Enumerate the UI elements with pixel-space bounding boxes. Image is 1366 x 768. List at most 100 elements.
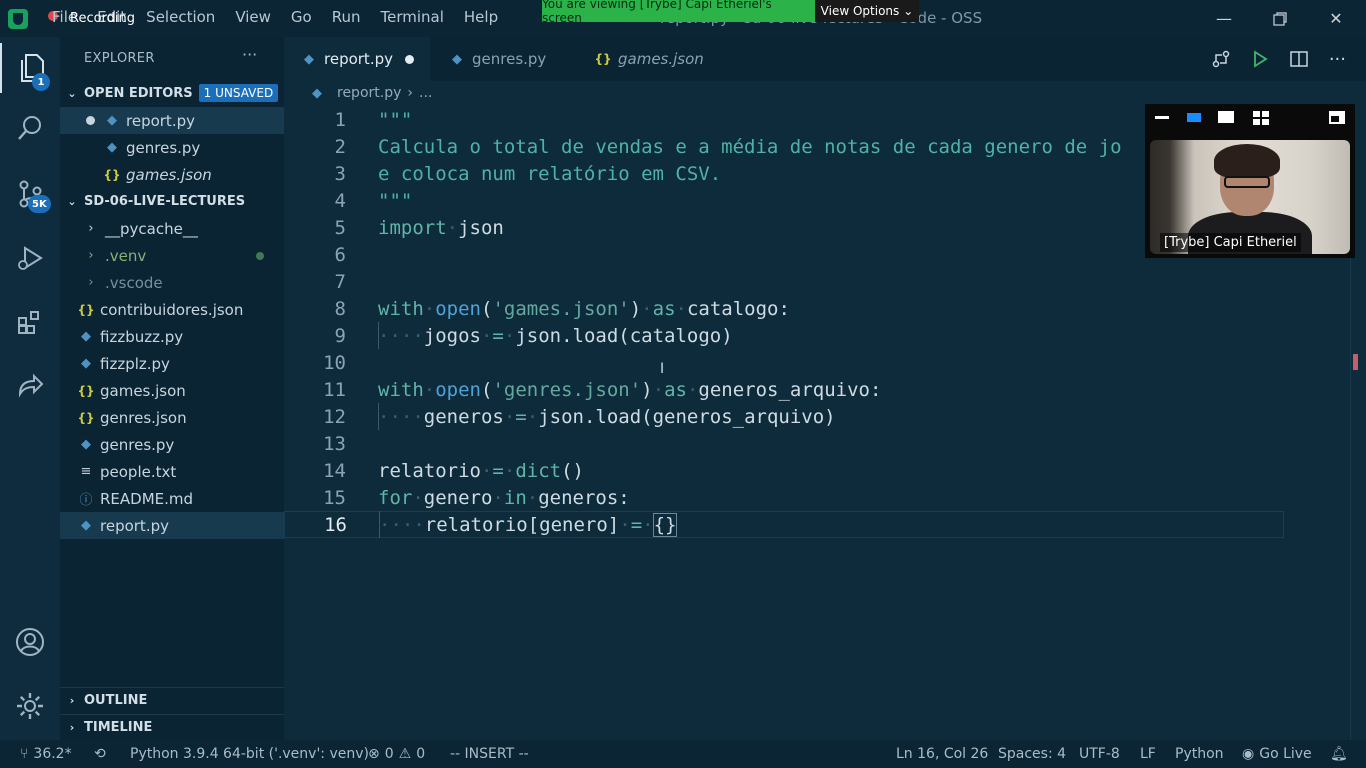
split-editor-icon[interactable] (1289, 50, 1309, 68)
timeline-header[interactable]: › TIMELINE (60, 714, 284, 740)
search-activity[interactable] (0, 103, 60, 153)
tab-report-py[interactable]: ◆ report.py (284, 37, 430, 81)
python-file-icon: ◆ (107, 140, 117, 155)
restore-icon (1273, 11, 1287, 26)
close-button[interactable]: ✕ (1308, 0, 1364, 37)
file-item[interactable]: ≡ people.txt (60, 458, 284, 485)
accounts-activity[interactable] (0, 617, 60, 667)
go-live-button[interactable]: ◉ Go Live (1242, 740, 1312, 768)
file-item[interactable]: ◆ report.py (60, 512, 284, 539)
file-item[interactable]: ◆ genres.py (60, 431, 284, 458)
view-options-button[interactable]: View Options ⌄ (815, 0, 919, 22)
code-line: 3 e coloca num relatório em CSV. (284, 160, 1284, 187)
code-text: ····relatorio[genero]·=·{} (379, 512, 678, 537)
keyword: with (378, 378, 424, 401)
code-text: for·genero·in·generos: (378, 486, 630, 509)
eol-status[interactable]: LF (1140, 740, 1156, 768)
tab-genres-py[interactable]: ◆ genres.py (432, 37, 572, 81)
pop-out-icon[interactable] (1329, 111, 1345, 124)
explorer-more-button[interactable]: ··· (242, 45, 257, 64)
folder-item-vscode[interactable]: › .vscode (60, 269, 284, 296)
file-item[interactable]: {} genres.json (60, 404, 284, 431)
unsaved-dot-icon[interactable] (405, 54, 414, 64)
bell-icon: 🔔︎ (1330, 746, 1348, 762)
minimize-video-icon[interactable] (1155, 116, 1169, 119)
explorer-badge: 1 (32, 73, 50, 91)
interpreter-status[interactable]: Python 3.9.4 64-bit ('.venv': venv) (130, 740, 369, 768)
cursor-position[interactable]: Ln 16, Col 26 (896, 740, 988, 768)
minimize-button[interactable]: — (1196, 0, 1252, 37)
line-number: 4 (334, 189, 346, 212)
outline-header[interactable]: › OUTLINE (60, 687, 284, 713)
warning-count: 0 (416, 746, 426, 762)
branch-status[interactable]: ⑂ 36.2* (20, 740, 72, 768)
folder-header[interactable]: ⌄ SD-06-LIVE-LECTURES (60, 188, 284, 214)
code-line: 6 (284, 241, 1284, 268)
encoding-status[interactable]: UTF-8 (1079, 740, 1120, 768)
tab-label: report.py (324, 50, 393, 68)
code-line: 11 with·open('genres.json')·as·generos_a… (284, 376, 1284, 403)
more-actions-icon[interactable]: ··· (1329, 49, 1346, 70)
code-line: 10 (284, 349, 1284, 376)
docstring: """ (378, 189, 413, 212)
live-share-activity[interactable] (0, 361, 60, 411)
language-status[interactable]: Python (1175, 740, 1224, 768)
line-number: 3 (334, 162, 346, 185)
explorer-activity[interactable]: 1 (0, 43, 60, 93)
folder-item-label: .vscode (105, 273, 163, 292)
menu-selection[interactable]: Selection (146, 8, 215, 26)
compare-changes-icon[interactable] (1211, 49, 1231, 69)
menu-view[interactable]: View (235, 8, 271, 26)
grid-view-icon[interactable] (1253, 111, 1269, 125)
folder-item-pycache[interactable]: › __pycache__ (60, 215, 284, 242)
gear-icon (17, 693, 43, 719)
open-editor-item[interactable]: ◆ genres.py (60, 134, 284, 161)
line-number: 12 (323, 405, 346, 428)
open-editors-header[interactable]: ⌄ OPEN EDITORS 1 UNSAVED (60, 80, 284, 106)
recording-label: Recording (70, 11, 136, 26)
code-line: 14 relatorio·=·dict() (284, 457, 1284, 484)
open-editor-label: games.json (126, 165, 212, 184)
code-line: 15 for·genero·in·generos: (284, 484, 1284, 511)
menu-terminal[interactable]: Terminal (381, 8, 444, 26)
source-control-activity[interactable]: 5K (0, 169, 60, 219)
python-file-icon: ◆ (81, 356, 91, 371)
identifier: json.load(catalogo) (515, 324, 733, 347)
open-editor-item[interactable]: ◆ report.py (60, 107, 284, 134)
speaker-view-icon[interactable] (1187, 113, 1201, 122)
menu-help[interactable]: Help (464, 8, 498, 26)
code-text: with·open('games.json')·as·catalogo: (378, 297, 790, 320)
account-icon (16, 628, 44, 656)
notifications-button[interactable]: 🔔︎ (1330, 740, 1348, 768)
indentation-status[interactable]: Spaces: 4 (998, 740, 1066, 768)
gallery-view-icon[interactable] (1218, 111, 1234, 123)
editor-actions: ··· (1211, 37, 1346, 81)
file-item[interactable]: ◆ fizzplz.py (60, 350, 284, 377)
breadcrumb-file[interactable]: report.py (337, 85, 401, 101)
broadcast-icon: ◉ (1242, 746, 1255, 762)
file-item[interactable]: ◆ fizzbuzz.py (60, 323, 284, 350)
extensions-activity[interactable] (0, 297, 60, 347)
run-debug-activity[interactable] (0, 233, 60, 283)
file-item-label: fizzbuzz.py (100, 327, 184, 346)
file-item[interactable]: {} contribuidores.json (60, 296, 284, 323)
problems-status[interactable]: ⊗ 0 ⚠ 0 (368, 740, 425, 768)
json-file-icon: {} (77, 302, 95, 317)
run-icon[interactable] (1251, 50, 1269, 68)
folder-item-venv[interactable]: › .venv (60, 242, 284, 269)
line-number: 1 (334, 108, 346, 131)
breadcrumb-rest[interactable]: ... (419, 85, 432, 101)
menu-go[interactable]: Go (291, 8, 312, 26)
editor-tab-bar: ◆ report.py ◆ genres.py {} games.json ··… (284, 37, 1366, 81)
line-number: 11 (323, 378, 346, 401)
file-item[interactable]: {} games.json (60, 377, 284, 404)
restore-button[interactable] (1252, 0, 1308, 37)
menu-run[interactable]: Run (332, 8, 361, 26)
manage-activity[interactable] (0, 681, 60, 731)
code-text: relatorio·=·dict() (378, 459, 584, 482)
file-item[interactable]: ⓘ README.md (60, 485, 284, 512)
open-editor-item[interactable]: {} games.json (60, 161, 284, 188)
tab-label: games.json (618, 50, 704, 68)
sync-status[interactable]: ⟲ (94, 740, 106, 768)
tab-games-json[interactable]: {} games.json (578, 37, 728, 81)
